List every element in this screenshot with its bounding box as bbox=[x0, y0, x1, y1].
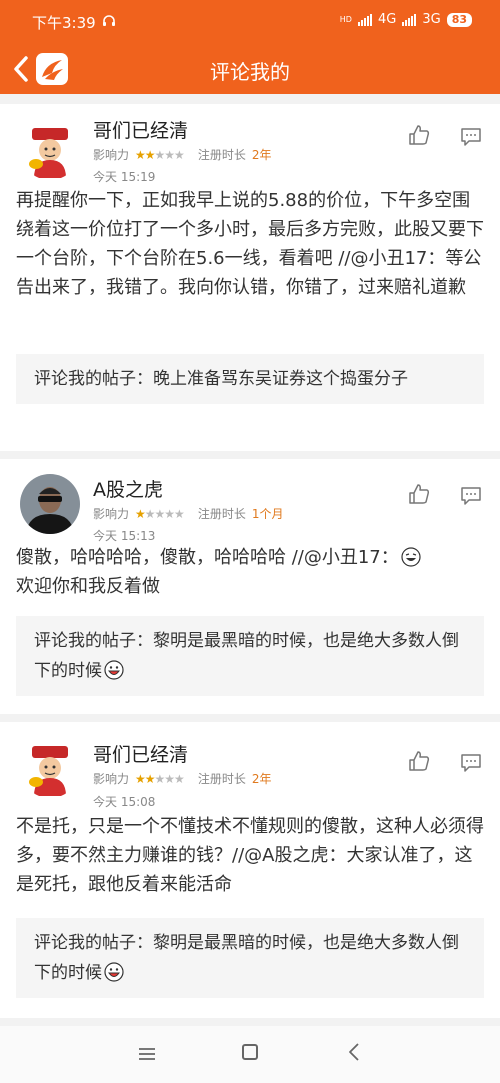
like-icon[interactable] bbox=[408, 483, 430, 505]
comment-text: 再提醒你一下，正如我早上说的5.88的价位，下午多空围绕着这一价位打了一个多小时… bbox=[16, 190, 484, 298]
influence-label: 影响力 bbox=[93, 507, 130, 521]
status-bar: 下午3:39 HD 4G 3G 83 bbox=[0, 0, 500, 44]
signal-icon-2 bbox=[402, 13, 417, 26]
system-nav-bar bbox=[0, 1026, 500, 1083]
comment-icon[interactable] bbox=[460, 126, 482, 148]
register-label: 注册时长 bbox=[197, 507, 246, 521]
grinning-emoji-icon bbox=[104, 660, 124, 680]
grinning-emoji-icon bbox=[104, 962, 124, 982]
comment-card: 哥们已经清 影响力 ★★★★★ 注册时长 2年 今天 15:08 不是托，只是一… bbox=[0, 722, 500, 1018]
register-label: 注册时长 bbox=[197, 148, 246, 162]
quoted-post[interactable]: 评论我的帖子：黎明是最黑暗的时候，也是绝大多数人倒下的时候 bbox=[16, 616, 484, 696]
nav-back-icon[interactable] bbox=[347, 1042, 361, 1062]
comment-text: 傻散，哈哈哈哈，傻散，哈哈哈哈 //@小丑17： 欢迎你和我反着做 bbox=[16, 543, 486, 601]
register-value: 2年 bbox=[251, 772, 272, 786]
register-value: 2年 bbox=[251, 148, 272, 162]
quoted-post[interactable]: 评论我的帖子：黎明是最黑暗的时候，也是绝大多数人倒下的时候 bbox=[16, 918, 484, 998]
user-meta: 影响力 ★★★★★ 注册时长 2年 bbox=[93, 770, 271, 787]
comment-time: 今天 15:08 bbox=[93, 795, 156, 809]
comment-icon[interactable] bbox=[460, 485, 482, 507]
comment-text: 不是托，只是一个不懂技术不懂规则的傻散，这种人必须得多，要不然主力赚谁的钱？//… bbox=[16, 816, 484, 895]
menu-icon[interactable] bbox=[138, 1046, 156, 1060]
battery-icon: 83 bbox=[446, 12, 472, 27]
influence-stars: ★★★★★ bbox=[135, 771, 185, 786]
quote-text: 晚上准备骂东吴证券这个捣蛋分子 bbox=[153, 369, 408, 389]
register-value: 1个月 bbox=[251, 507, 284, 521]
username[interactable]: A股之虎 bbox=[93, 475, 163, 502]
username[interactable]: 哥们已经清 bbox=[93, 116, 188, 143]
avatar[interactable] bbox=[20, 738, 80, 798]
comment-time: 今天 15:13 bbox=[93, 529, 156, 543]
quote-prefix: 评论我的帖子： bbox=[34, 369, 153, 389]
network-3g: 3G bbox=[422, 12, 441, 27]
influence-label: 影响力 bbox=[93, 772, 130, 786]
comment-text-line1: 傻散，哈哈哈哈，傻散，哈哈哈哈 //@小丑17： bbox=[16, 547, 399, 568]
avatar[interactable] bbox=[20, 474, 80, 534]
comment-icon[interactable] bbox=[460, 752, 482, 774]
influence-stars: ★★★★★ bbox=[135, 147, 185, 162]
user-meta: 影响力 ★★★★★ 注册时长 1个月 bbox=[93, 505, 283, 522]
page-title: 评论我的 bbox=[210, 60, 290, 84]
quoted-post[interactable]: 评论我的帖子：晚上准备骂东吴证券这个捣蛋分子 bbox=[16, 354, 484, 404]
influence-label: 影响力 bbox=[93, 148, 130, 162]
comment-card: 哥们已经清 影响力 ★★★★★ 注册时长 2年 今天 15:19 再提醒你一下，… bbox=[0, 104, 500, 451]
register-label: 注册时长 bbox=[197, 772, 246, 786]
user-meta: 影响力 ★★★★★ 注册时长 2年 bbox=[93, 146, 271, 163]
influence-stars: ★★★★★ bbox=[135, 506, 185, 521]
title-bar: 评论我的 bbox=[0, 44, 500, 94]
like-icon[interactable] bbox=[408, 750, 430, 772]
signal-icon bbox=[357, 13, 372, 26]
like-icon[interactable] bbox=[408, 124, 430, 146]
headset-icon bbox=[102, 14, 116, 32]
comment-card: A股之虎 影响力 ★★★★★ 注册时长 1个月 今天 15:13 傻散，哈哈哈哈… bbox=[0, 459, 500, 714]
avatar[interactable] bbox=[20, 120, 80, 180]
quote-prefix: 评论我的帖子： bbox=[34, 631, 153, 651]
comment-time: 今天 15:19 bbox=[93, 170, 156, 184]
quote-prefix: 评论我的帖子： bbox=[34, 933, 153, 953]
home-icon[interactable] bbox=[242, 1044, 258, 1060]
status-time: 下午3:39 bbox=[32, 14, 96, 32]
username[interactable]: 哥们已经清 bbox=[93, 740, 188, 767]
comment-text-line2: 欢迎你和我反着做 bbox=[16, 576, 160, 597]
laughing-emoji-icon bbox=[401, 547, 421, 567]
network-4g: 4G bbox=[377, 12, 397, 27]
